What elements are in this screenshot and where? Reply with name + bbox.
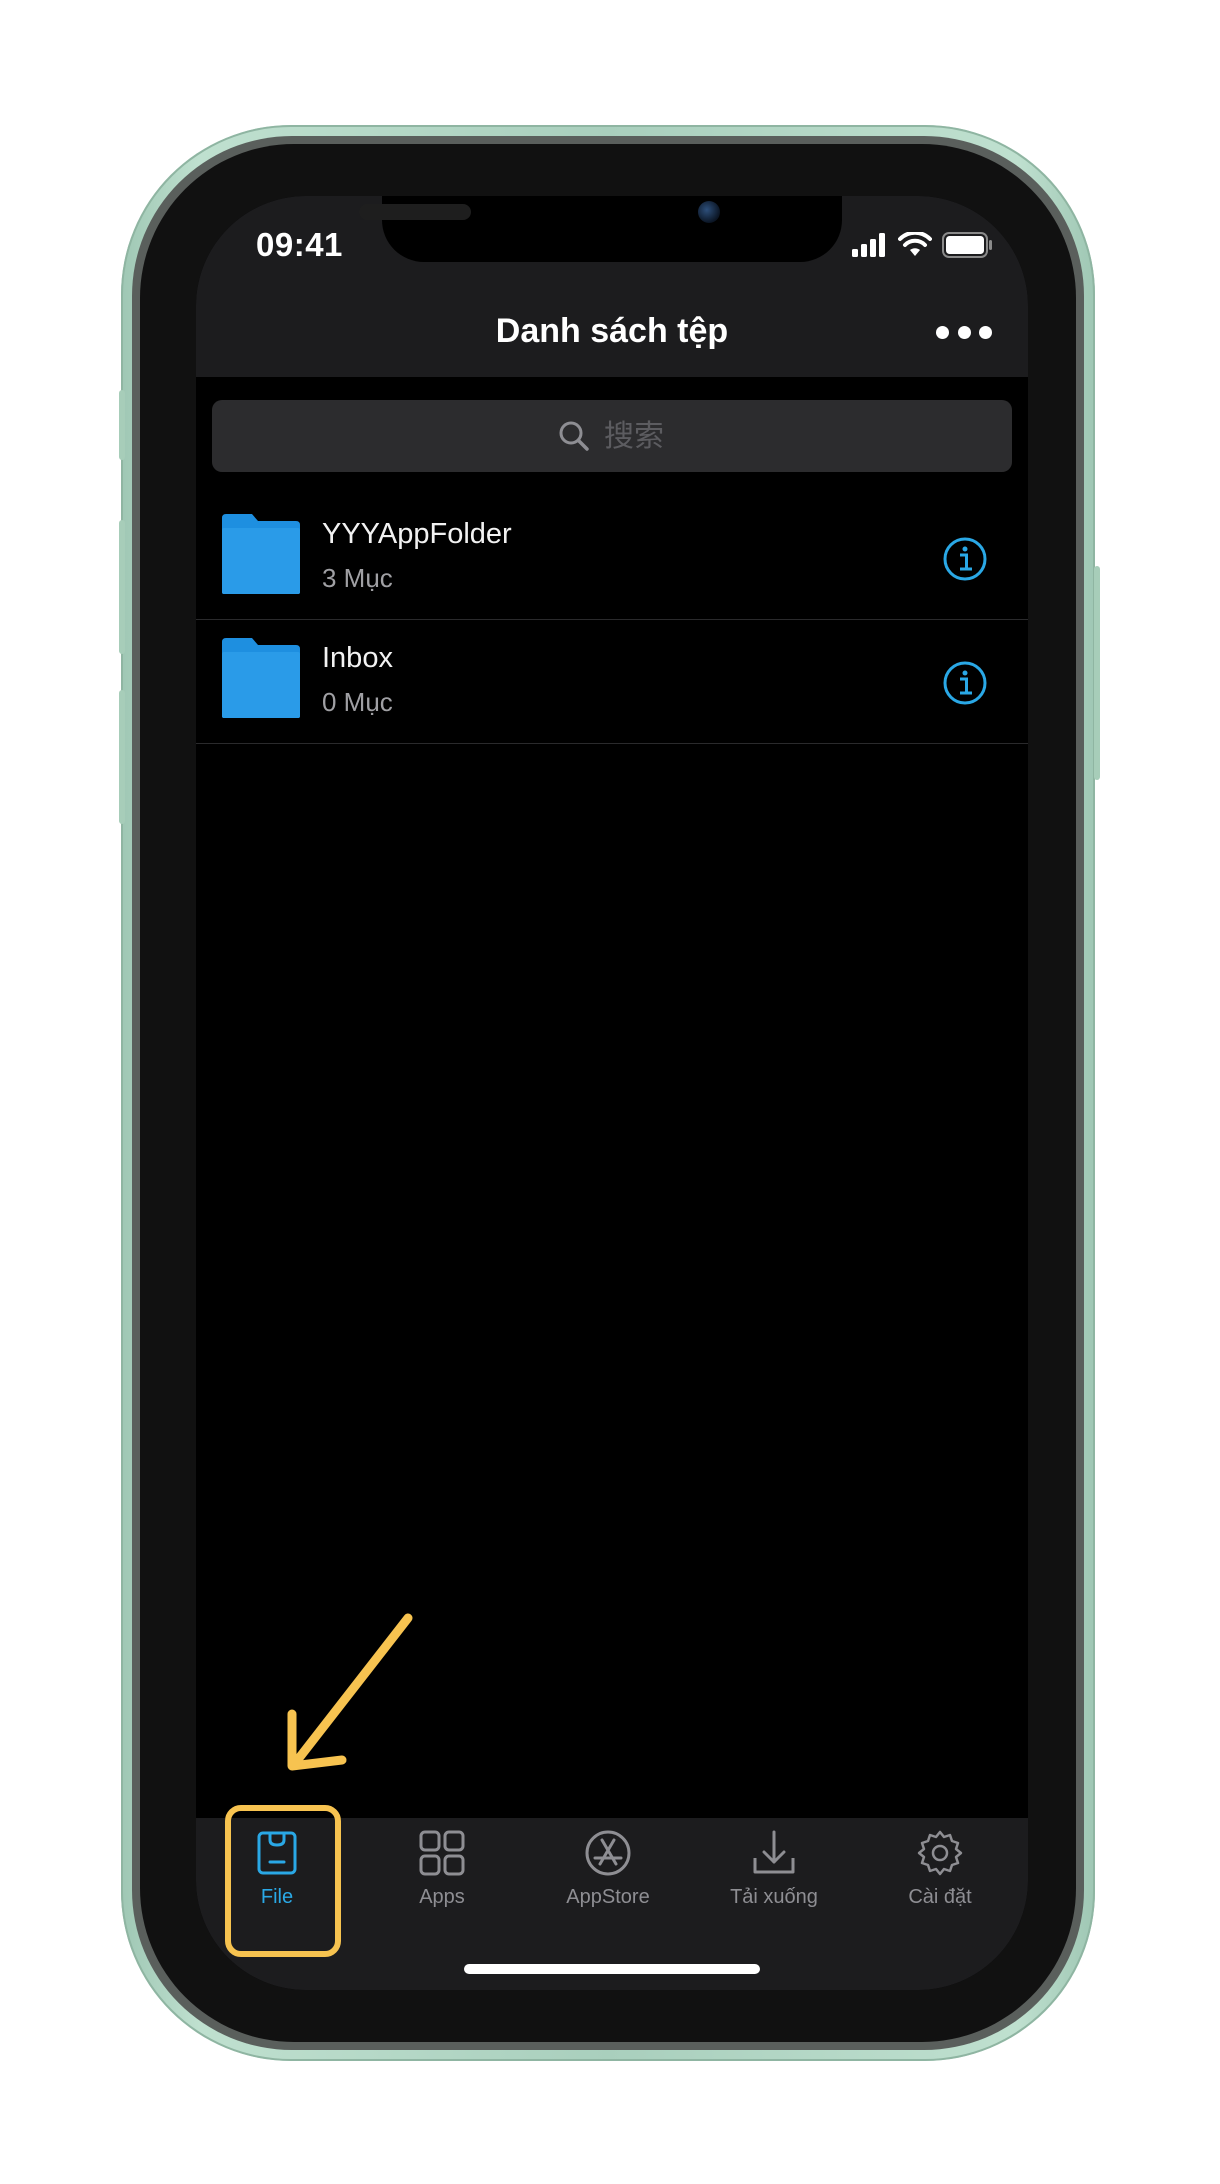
power-button: [1094, 566, 1100, 780]
annotation-arrow-icon: [287, 1613, 413, 1771]
tab-label: AppStore: [566, 1886, 650, 1908]
tab-apps[interactable]: Apps: [372, 1828, 512, 1928]
volume-down-button: [119, 690, 125, 824]
info-icon[interactable]: [942, 660, 988, 706]
earpiece-speaker: [359, 204, 471, 220]
status-icons: [852, 230, 994, 260]
list-item[interactable]: Inbox 0 Mục: [196, 620, 1028, 744]
download-icon: [753, 1830, 795, 1874]
search-input[interactable]: [602, 417, 666, 455]
info-icon[interactable]: [942, 536, 988, 582]
annotation-highlight-box: [225, 1805, 341, 1957]
file-name: YYYAppFolder: [322, 518, 512, 550]
folder-icon: [222, 514, 300, 594]
mute-switch: [119, 390, 125, 460]
file-item-count: 3 Mục: [322, 563, 393, 593]
settings-gear-icon: [917, 1830, 963, 1876]
wifi-icon: [898, 232, 932, 256]
folder-icon: [222, 638, 300, 718]
nav-bar: Danh sách tệp: [196, 292, 1028, 377]
volume-up-button: [119, 520, 125, 654]
search-icon: [559, 421, 589, 451]
tab-appstore[interactable]: AppStore: [538, 1828, 678, 1928]
battery-icon: [942, 232, 992, 258]
more-options-button[interactable]: [936, 312, 992, 352]
status-time: 09:41: [256, 226, 343, 263]
tab-settings[interactable]: Cài đặt: [870, 1828, 1010, 1928]
file-list: YYYAppFolder 3 Mục Inbox 0 Mục: [196, 496, 1028, 744]
file-item-count: 0 Mục: [322, 687, 393, 717]
apps-grid-icon: [419, 1830, 465, 1876]
page-title: Danh sách tệp: [495, 312, 729, 350]
more-dot-icon: [979, 325, 992, 339]
home-indicator: [464, 1964, 760, 1974]
front-camera: [698, 201, 720, 223]
tab-label: Apps: [419, 1886, 465, 1908]
tab-label: Tải xuống: [730, 1886, 818, 1908]
appstore-icon: [585, 1830, 631, 1876]
tab-label: Cài đặt: [908, 1886, 972, 1908]
list-item[interactable]: YYYAppFolder 3 Mục: [196, 496, 1028, 620]
more-dot-icon: [957, 325, 971, 339]
search-bar[interactable]: [212, 400, 1012, 472]
tab-downloads[interactable]: Tải xuống: [704, 1828, 844, 1928]
more-dot-icon: [936, 325, 949, 339]
file-name: Inbox: [322, 642, 393, 674]
cellular-signal-icon: [852, 233, 885, 257]
